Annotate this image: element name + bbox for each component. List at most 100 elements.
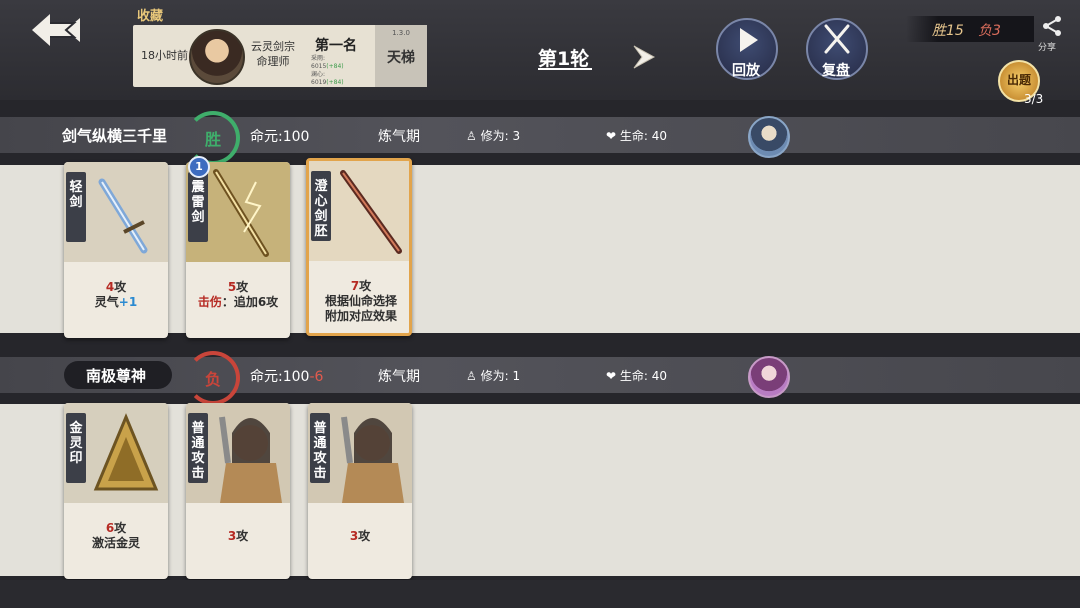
card-attack: 3 <box>349 529 359 543</box>
card-effect-value: ：追加6攻 <box>221 295 279 309</box>
review-label: 复盘 <box>822 63 850 79</box>
cultivation-label: 修为: <box>480 369 509 383</box>
record-sect: 云灵剑宗 命理师 <box>247 39 299 69</box>
card-attack-suffix: 攻 <box>359 279 372 293</box>
record-time: 18小时前 <box>141 49 188 62</box>
heart-icon: ❤ <box>606 369 617 383</box>
favorite-tag[interactable]: 收藏 <box>137 5 163 24</box>
card-effect: 激活金灵 <box>91 536 140 550</box>
meditation-icon: ♙ <box>466 369 477 383</box>
avatar <box>189 29 245 85</box>
destiny-label: 命元: <box>250 129 283 145</box>
card-selected[interactable]: 澄心剑胚 7攻 根据仙命选择 附加对应效果 <box>306 158 412 336</box>
result-label: 胜 <box>204 130 221 149</box>
play-icon <box>740 28 758 52</box>
card-attack-suffix: 攻 <box>114 521 127 535</box>
round-underline <box>538 68 592 70</box>
rank-scores: 采雨: 6015(+84) 澜心: 6019(+84) <box>311 55 344 87</box>
card-description: 5攻 击伤：追加6攻 <box>186 280 290 310</box>
realm-label: 炼气期 <box>378 369 420 385</box>
card-attack: 4 <box>105 280 115 294</box>
card-description: 3攻 <box>308 521 412 544</box>
ladder-label: 天梯 <box>387 50 415 66</box>
player-portrait[interactable] <box>748 116 790 158</box>
sect-name: 云灵剑宗 <box>251 40 295 53</box>
card-name: 普通攻击 <box>313 421 327 481</box>
card-attack: 3 <box>227 529 237 543</box>
card-description: 4攻 灵气+1 <box>64 280 168 310</box>
sect-role: 命理师 <box>256 55 290 68</box>
cultivation-stat: ♙ 修为: 1 <box>466 367 520 384</box>
score-delta-2: (+84) <box>326 79 344 86</box>
life-value: 40 <box>651 369 668 383</box>
next-round-button[interactable] <box>628 42 658 72</box>
card-description: 3攻 <box>186 521 290 544</box>
card-attack-suffix: 攻 <box>358 529 371 543</box>
card[interactable]: 普通攻击 3攻 <box>186 403 290 579</box>
life-stat: ❤ 生命: 40 <box>606 127 667 144</box>
destiny-label: 命元: <box>250 369 283 385</box>
share-button[interactable] <box>1040 14 1064 38</box>
result-badge: 负 <box>186 351 240 405</box>
score-value-2: 6019 <box>311 79 327 86</box>
card-description: 6攻 激活金灵 <box>64 521 168 551</box>
card-attack-suffix: 攻 <box>236 280 249 294</box>
ladder-box: 1.3.0 天梯 <box>375 25 427 87</box>
card-effect: 根据仙命选择 <box>324 294 397 308</box>
player-portrait[interactable] <box>748 356 790 398</box>
destiny-delta: -6 <box>309 369 324 385</box>
meditation-icon: ♙ <box>466 129 477 143</box>
destiny-value: 100 <box>282 369 310 385</box>
card-effect: 击伤 <box>197 295 222 309</box>
card[interactable]: 普通攻击 3攻 <box>308 403 412 579</box>
rank-label: 第一名 <box>315 38 357 54</box>
player-name: 剑气纵横三千里 <box>62 127 168 145</box>
cultivation-value: 1 <box>512 369 521 383</box>
bottom-band <box>0 580 1080 608</box>
chevron-right-icon <box>633 45 656 69</box>
share-icon <box>1043 16 1061 36</box>
cultivation-stat: ♙ 修为: 3 <box>466 127 520 144</box>
cultivation-label: 修为: <box>480 129 509 143</box>
card-attack: 6 <box>105 521 115 535</box>
replay-label: 回放 <box>732 63 760 79</box>
result-label: 负 <box>204 370 221 389</box>
card[interactable]: 金灵印 6攻 激活金灵 <box>64 403 168 579</box>
score-delta-1: (+84) <box>326 63 344 70</box>
score-value-1: 6015 <box>311 63 327 70</box>
version-label: 1.3.0 <box>392 29 410 37</box>
card-name: 轻剑 <box>69 180 83 210</box>
card-effect: 灵气 <box>94 295 119 309</box>
destiny-stat: 命元:100-6 <box>250 366 323 386</box>
score-label-1: 采雨: <box>311 55 326 62</box>
card-attack: 5 <box>227 280 237 294</box>
round-title: 第1轮 <box>538 48 590 70</box>
back-button[interactable] <box>28 10 88 50</box>
life-label: 生命: <box>619 129 648 143</box>
destiny-value: 100 <box>282 129 310 145</box>
win-loss-record: 胜15 负3 <box>906 16 1034 42</box>
card-level-badge: 1 <box>188 156 210 178</box>
player-row-header: 剑气纵横三千里 胜 命元:100 炼气期 ♙ 修为: 3 ❤ 生命: 40 <box>0 111 1080 165</box>
card[interactable]: 震雷剑 5攻 击伤：追加6攻 <box>186 162 290 338</box>
life-stat: ❤ 生命: 40 <box>606 367 667 384</box>
card-name: 澄心剑胚 <box>314 179 328 239</box>
destiny-stat: 命元:100 <box>250 126 309 146</box>
share-label: 分享 <box>1038 43 1057 53</box>
score-label-2: 澜心: <box>311 71 326 78</box>
battle-record-card[interactable]: 18小时前 云灵剑宗 命理师 第一名 采雨: 6015(+84) 澜心: 601… <box>133 25 427 87</box>
life-label: 生命: <box>619 369 648 383</box>
player-row-header: 南极尊神 负 命元:100-6 炼气期 ♙ 修为: 1 ❤ 生命: 40 <box>0 351 1080 405</box>
card-effect-line3: 附加对应效果 <box>324 309 397 323</box>
loss-count: 负3 <box>978 23 1001 39</box>
cultivation-value: 3 <box>512 129 521 143</box>
card-attack-suffix: 攻 <box>236 529 249 543</box>
card[interactable]: 轻剑 4攻 灵气+1 <box>64 162 168 338</box>
crossed-swords-icon <box>824 24 850 54</box>
card-name: 金灵印 <box>69 421 83 466</box>
card-effect-value: +1 <box>118 295 138 309</box>
card-name: 震雷剑 <box>191 180 205 225</box>
win-count: 胜15 <box>932 23 964 39</box>
puzzle-count: 3/3 <box>1024 92 1044 106</box>
back-arrow-icon <box>32 14 80 46</box>
